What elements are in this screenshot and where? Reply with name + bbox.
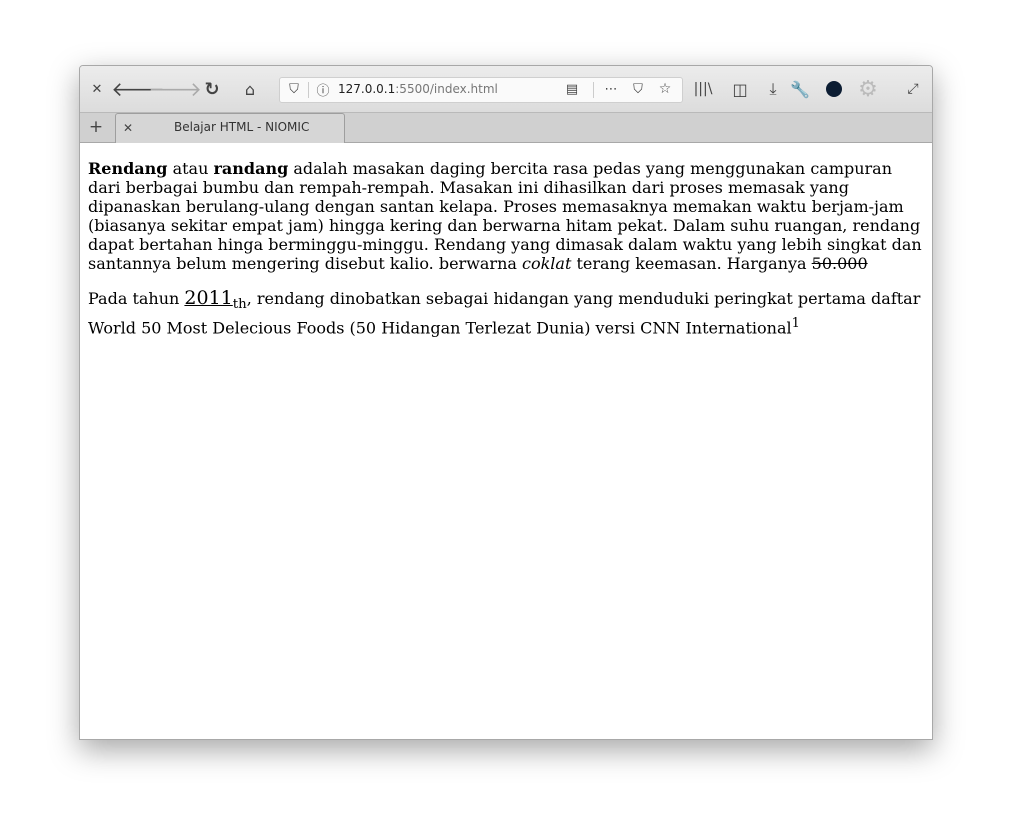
url-path: :5500/index.html (395, 82, 498, 96)
italic-term: coklat (522, 254, 572, 273)
more-icon[interactable]: ⋯ (601, 79, 621, 99)
profile-icon[interactable] (824, 79, 844, 99)
bold-term: randang (213, 159, 289, 178)
back-icon[interactable]: 🡐 (111, 77, 165, 101)
footnote-mark: 1 (791, 316, 800, 332)
new-tab-icon[interactable]: + (86, 117, 106, 137)
struck-price: 50.000 (811, 254, 868, 273)
tab-title: Belajar HTML - NIOMIC (174, 120, 310, 134)
library-icon[interactable]: |||\ (693, 79, 713, 99)
browser-window: ✕ 🡐 🡒 ↻ ⌂ ⛉ ⓘ 127.0.0.1:5500/index.html … (79, 65, 933, 740)
close-window-icon[interactable]: ✕ (87, 79, 107, 99)
settings-gear-icon[interactable]: ⚙ (858, 77, 878, 102)
reader-view-icon[interactable]: ▤ (562, 79, 582, 99)
tab-bar: + ✕ Belajar HTML - NIOMIC (80, 113, 932, 143)
home-icon[interactable]: ⌂ (240, 79, 260, 99)
pocket-icon[interactable]: ⛉ (628, 79, 648, 99)
fullscreen-icon[interactable]: ⤢ (903, 79, 923, 99)
url-host: 127.0.0.1 (338, 82, 396, 96)
tab-active[interactable]: ✕ Belajar HTML - NIOMIC (115, 113, 345, 143)
download-icon[interactable]: ⤓ (763, 79, 783, 99)
bookmark-star-icon[interactable]: ☆ (655, 79, 675, 99)
sidebar-icon[interactable]: ◫ (730, 79, 750, 99)
info-icon[interactable]: ⓘ (313, 79, 333, 99)
wrench-icon[interactable]: 🔧 (790, 79, 810, 99)
page-content: Rendang atau randang adalah masakan dagi… (80, 143, 932, 370)
url-bar[interactable]: ⛉ ⓘ 127.0.0.1:5500/index.html ▤ ⋯ ⛉ ☆ (279, 77, 683, 103)
paragraph-2: Pada tahun 2011th, rendang dinobatkan se… (88, 287, 921, 338)
paragraph-1: Rendang atau randang adalah masakan dagi… (88, 159, 922, 273)
bold-term: Rendang (88, 159, 168, 178)
toolbar: ✕ 🡐 🡒 ↻ ⌂ ⛉ ⓘ 127.0.0.1:5500/index.html … (80, 66, 932, 113)
shield-icon[interactable]: ⛉ (284, 79, 304, 99)
close-tab-icon[interactable]: ✕ (118, 118, 138, 138)
forward-icon[interactable]: 🡒 (148, 77, 202, 101)
reload-icon[interactable]: ↻ (202, 79, 222, 100)
year: 2011 (184, 287, 233, 309)
